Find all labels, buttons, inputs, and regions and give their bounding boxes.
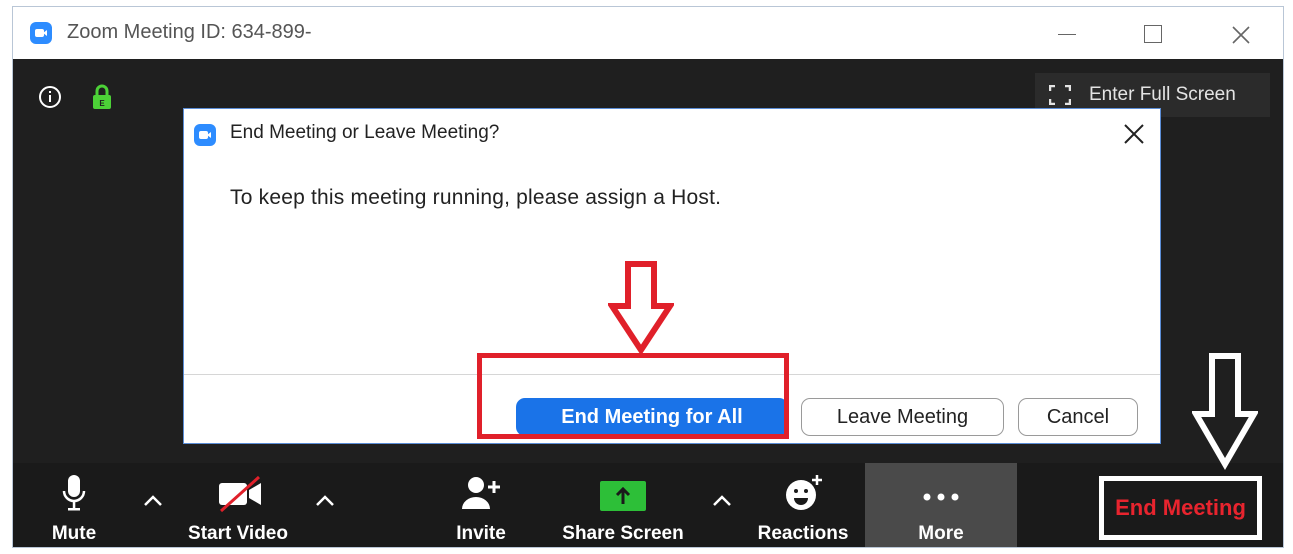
reactions-label: Reactions <box>757 523 849 544</box>
smiley-plus-icon <box>786 475 822 510</box>
cancel-button[interactable]: Cancel <box>1018 398 1138 436</box>
svg-text:E: E <box>99 99 105 108</box>
chevron-up-icon[interactable] <box>138 491 168 511</box>
more-label: More <box>918 523 964 544</box>
share-screen-icon <box>600 481 646 511</box>
microphone-icon <box>62 475 86 511</box>
zoom-logo-icon <box>30 22 52 44</box>
dialog-close-button[interactable] <box>1116 115 1152 151</box>
invite-button[interactable]: Invite <box>438 463 524 547</box>
dialog-message: To keep this meeting running, please ass… <box>230 186 722 209</box>
invite-label: Invite <box>456 523 506 544</box>
chevron-up-icon[interactable] <box>310 491 340 511</box>
zoom-logo-icon <box>194 124 216 146</box>
down-arrow-icon <box>608 261 674 354</box>
meeting-toolbar: Mute Start Video Invite Share Screen Rea… <box>13 463 1283 547</box>
minimize-button[interactable] <box>1047 17 1087 49</box>
start-video-button[interactable]: Start Video <box>178 463 298 547</box>
add-person-icon <box>462 477 500 509</box>
close-window-button[interactable] <box>1221 17 1261 49</box>
share-screen-button[interactable]: Share Screen <box>553 463 693 547</box>
close-icon <box>1232 26 1250 44</box>
info-icon[interactable] <box>38 85 62 109</box>
window-title: Zoom Meeting ID: 634-899- <box>67 21 312 43</box>
lock-icon[interactable]: E <box>91 83 113 111</box>
start-video-label: Start Video <box>188 523 288 544</box>
highlight-box <box>477 353 789 439</box>
more-button[interactable]: More <box>865 463 1017 547</box>
minimize-icon <box>1058 33 1076 35</box>
chevron-up-icon[interactable] <box>707 491 737 511</box>
mute-label: Mute <box>51 523 97 544</box>
share-screen-label: Share Screen <box>562 523 684 544</box>
title-bar: Zoom Meeting ID: 634-899- <box>13 7 1283 59</box>
maximize-button[interactable] <box>1133 17 1173 49</box>
dialog-title: End Meeting or Leave Meeting? <box>230 122 500 143</box>
fullscreen-icon <box>1049 85 1071 105</box>
ellipsis-icon <box>923 493 959 501</box>
end-meeting-button[interactable]: End Meeting <box>1099 476 1262 540</box>
video-off-icon <box>219 475 261 513</box>
down-arrow-icon <box>1192 353 1258 470</box>
mute-button[interactable]: Mute <box>31 463 117 547</box>
reactions-button[interactable]: Reactions <box>747 463 859 547</box>
close-icon <box>1124 124 1144 144</box>
maximize-icon <box>1144 25 1162 44</box>
leave-meeting-button[interactable]: Leave Meeting <box>801 398 1004 436</box>
